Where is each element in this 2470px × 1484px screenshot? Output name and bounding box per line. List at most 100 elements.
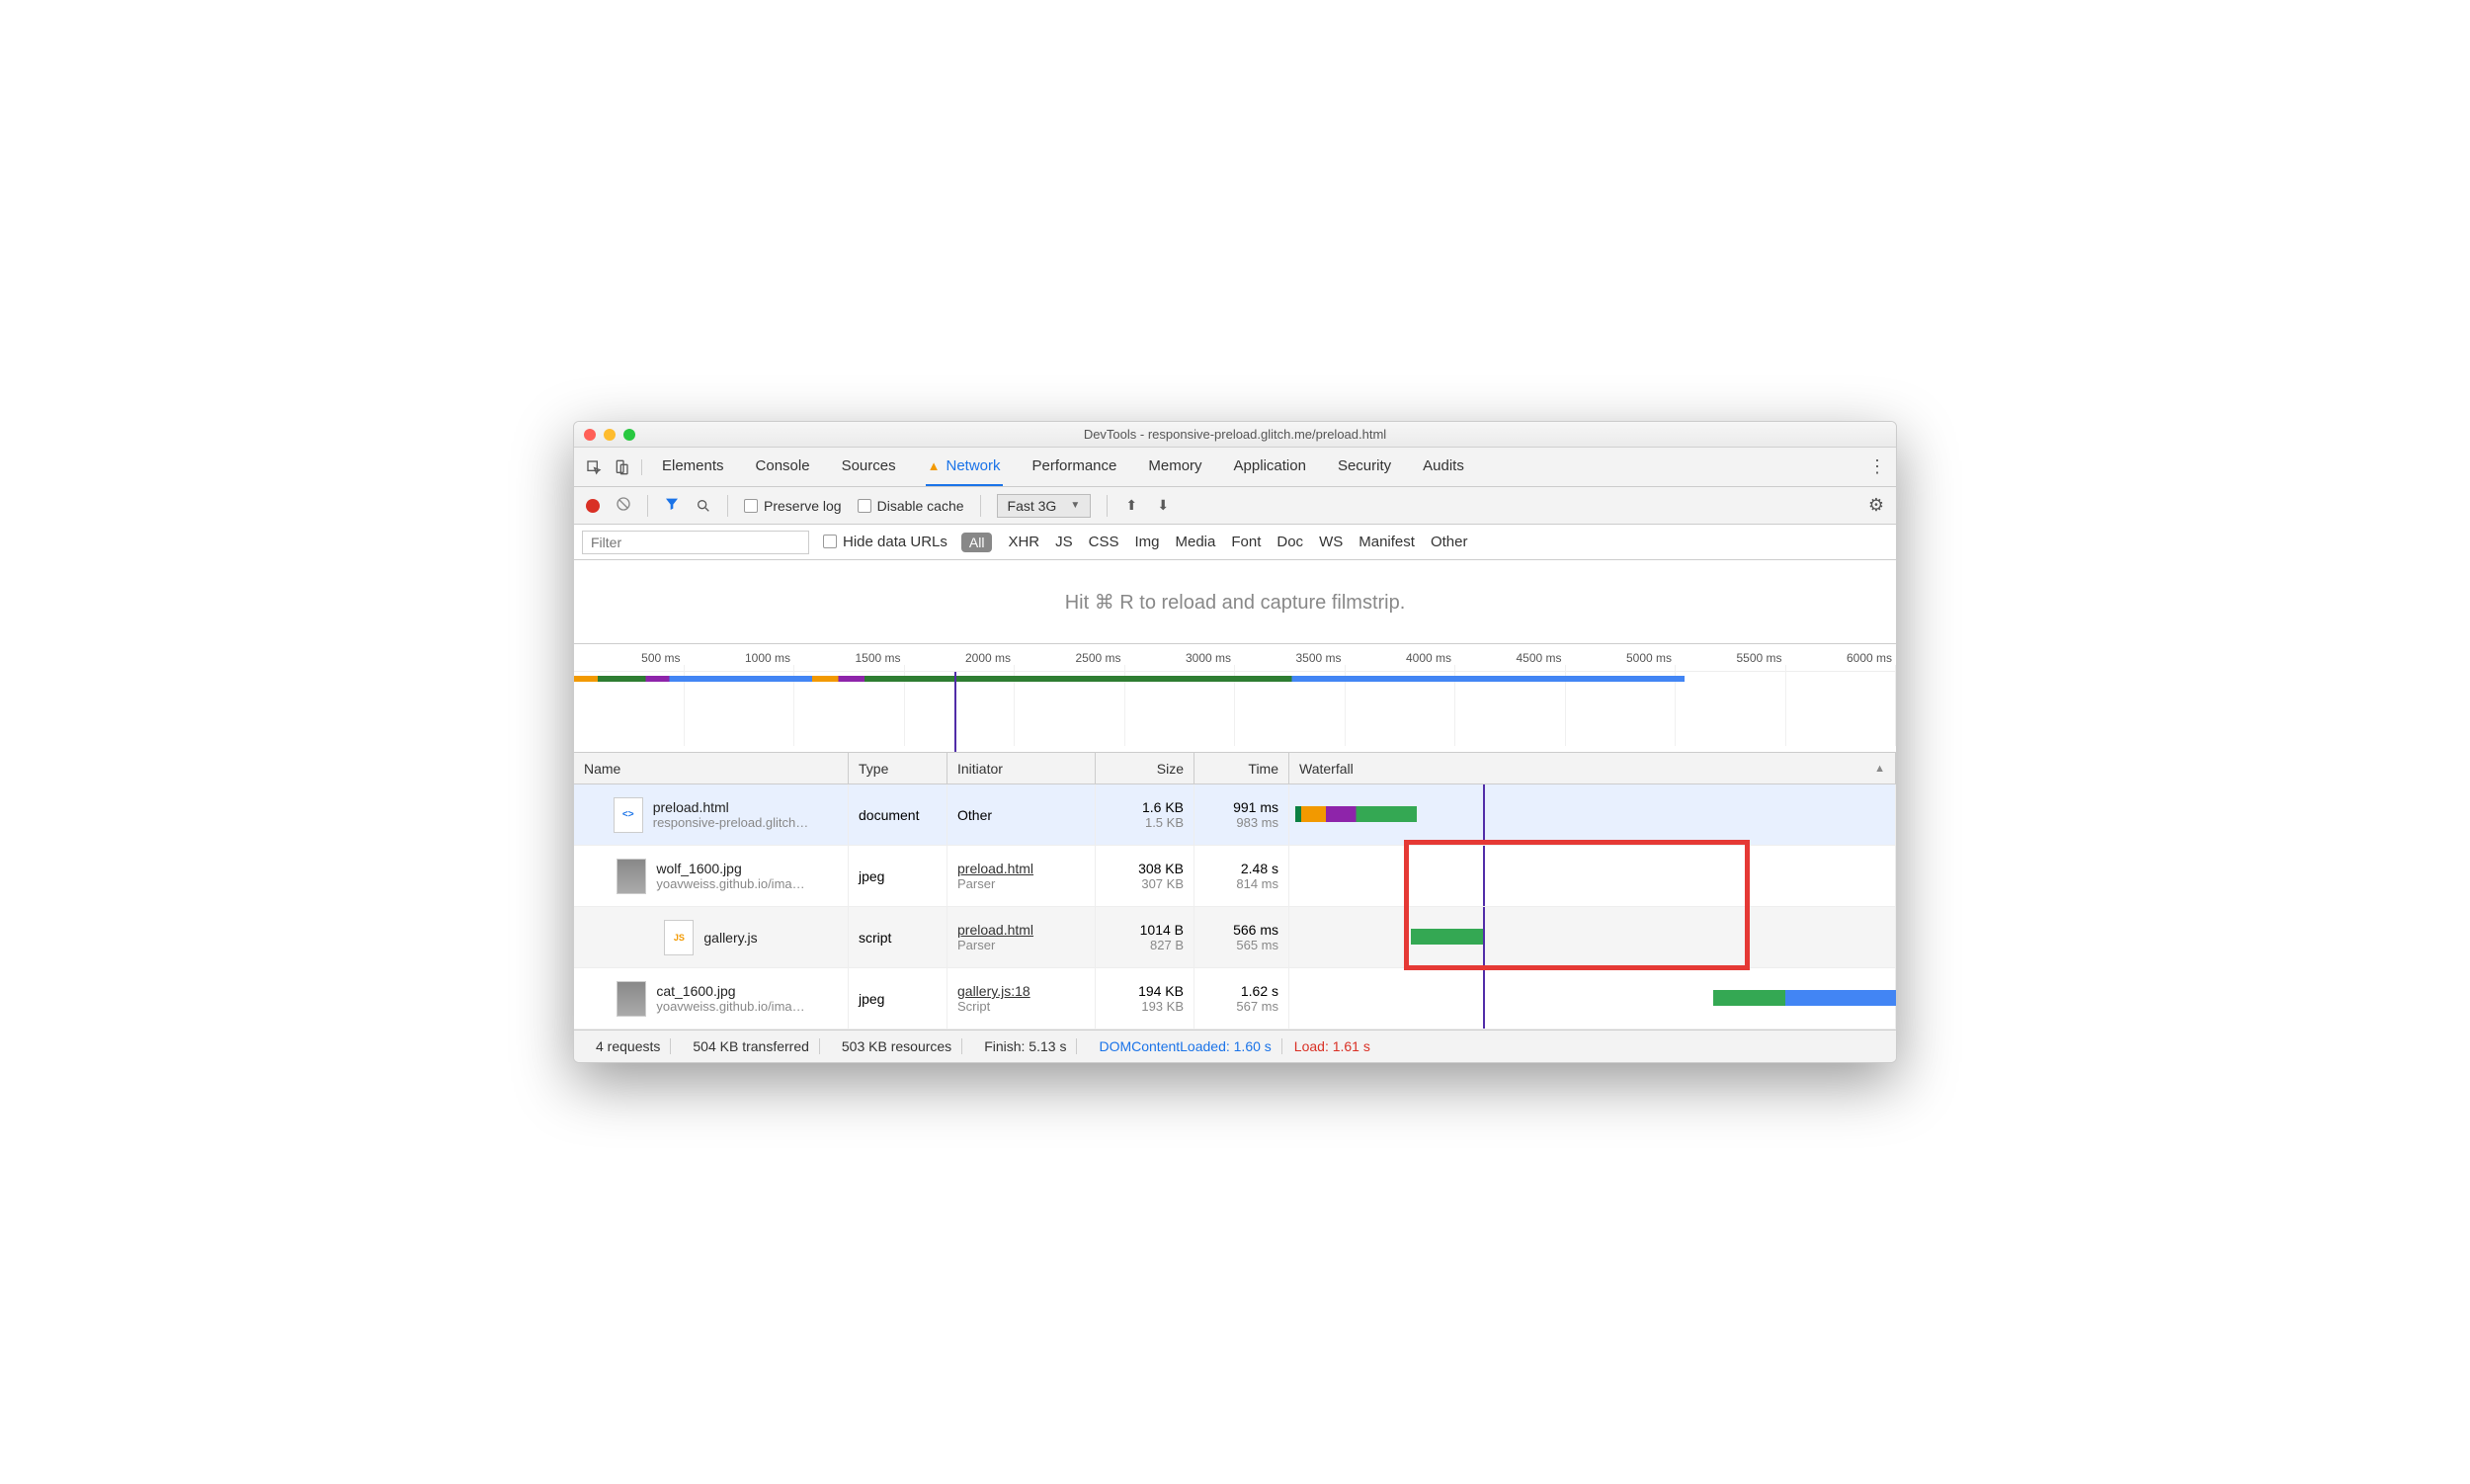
- tab-performance[interactable]: Performance: [1030, 448, 1119, 486]
- status-load: Load: 1.61 s: [1294, 1038, 1370, 1054]
- dcl-marker: [954, 672, 956, 752]
- filter-type-ws[interactable]: WS: [1319, 534, 1343, 550]
- status-finish: Finish: 5.13 s: [974, 1038, 1077, 1054]
- disable-cache-checkbox[interactable]: Disable cache: [858, 498, 964, 514]
- initiator-text: Other: [957, 807, 1085, 823]
- size: 308 KB: [1138, 861, 1184, 876]
- time-raw: 565 ms: [1236, 938, 1278, 952]
- search-icon[interactable]: [696, 498, 711, 514]
- request-domain: responsive-preload.glitch…: [653, 815, 809, 830]
- filter-input[interactable]: [582, 531, 809, 554]
- settings-icon[interactable]: ⚙: [1868, 495, 1884, 516]
- tab-elements[interactable]: Elements: [660, 448, 726, 486]
- col-time[interactable]: Time: [1194, 753, 1289, 783]
- filter-type-doc[interactable]: Doc: [1276, 534, 1303, 550]
- filter-type-font[interactable]: Font: [1231, 534, 1261, 550]
- timeline-tick: 5000 ms: [1566, 651, 1677, 665]
- initiator-link[interactable]: preload.html: [957, 861, 1085, 876]
- hide-data-urls-checkbox[interactable]: Hide data URLs: [823, 534, 947, 550]
- size: 1.6 KB: [1142, 799, 1184, 815]
- time-raw: 567 ms: [1236, 999, 1278, 1014]
- filter-bar: Hide data URLs All XHR JS CSS Img Media Font Do…: [574, 525, 1896, 560]
- preserve-log-checkbox[interactable]: Preserve log: [744, 498, 842, 514]
- initiator-link[interactable]: preload.html: [957, 922, 1085, 938]
- filter-type-media[interactable]: Media: [1176, 534, 1216, 550]
- filter-type-xhr[interactable]: XHR: [1008, 534, 1039, 550]
- filter-type-img[interactable]: Img: [1134, 534, 1159, 550]
- col-name[interactable]: Name: [574, 753, 849, 783]
- request-row[interactable]: <> preload.htmlresponsive-preload.glitch……: [574, 784, 1896, 846]
- col-waterfall[interactable]: Waterfall▲: [1289, 753, 1896, 783]
- request-name: preload.html: [653, 799, 809, 815]
- download-icon[interactable]: ⬇: [1155, 498, 1171, 514]
- col-type[interactable]: Type: [849, 753, 947, 783]
- size: 1014 B: [1140, 922, 1184, 938]
- timeline-overview[interactable]: 500 ms1000 ms1500 ms2000 ms2500 ms3000 m…: [574, 644, 1896, 753]
- file-icon: [617, 859, 646, 894]
- status-resources: 503 KB resources: [832, 1038, 962, 1054]
- window-title: DevTools - responsive-preload.glitch.me/…: [574, 427, 1896, 442]
- upload-icon[interactable]: ⬆: [1123, 498, 1139, 514]
- waterfall-bar: [1713, 990, 1897, 1006]
- dcl-line: [1483, 968, 1485, 1029]
- initiator-link[interactable]: gallery.js:18: [957, 983, 1085, 999]
- time: 1.62 s: [1241, 983, 1278, 999]
- size-raw: 1.5 KB: [1145, 815, 1184, 830]
- device-toggle-icon[interactable]: [614, 459, 629, 475]
- clear-button[interactable]: [616, 496, 631, 515]
- timeline-tick: 2000 ms: [905, 651, 1016, 665]
- dcl-line: [1483, 784, 1485, 845]
- file-icon: <>: [614, 797, 643, 833]
- dcl-line: [1483, 907, 1485, 967]
- filter-type-other[interactable]: Other: [1431, 534, 1468, 550]
- request-row[interactable]: wolf_1600.jpgyoavweiss.github.io/ima… jp…: [574, 846, 1896, 907]
- tab-application[interactable]: Application: [1232, 448, 1308, 486]
- timeline-tick: 5500 ms: [1676, 651, 1786, 665]
- col-size[interactable]: Size: [1096, 753, 1194, 783]
- request-name: wolf_1600.jpg: [656, 861, 804, 876]
- time: 991 ms: [1233, 799, 1278, 815]
- tab-security[interactable]: Security: [1336, 448, 1393, 486]
- tab-sources[interactable]: Sources: [840, 448, 898, 486]
- timeline-tick: 3500 ms: [1235, 651, 1346, 665]
- filter-type-all[interactable]: All: [961, 533, 993, 552]
- request-name: cat_1600.jpg: [656, 983, 804, 999]
- record-button[interactable]: [586, 499, 600, 513]
- tab-console[interactable]: Console: [754, 448, 812, 486]
- status-transferred: 504 KB transferred: [683, 1038, 820, 1054]
- timeline-tick: 3000 ms: [1125, 651, 1236, 665]
- time-raw: 983 ms: [1236, 815, 1278, 830]
- filmstrip-hint: Hit ⌘ R to reload and capture filmstrip.: [1065, 590, 1406, 615]
- request-type: jpeg: [849, 968, 947, 1029]
- status-bar: 4 requests 504 KB transferred 503 KB res…: [574, 1031, 1896, 1062]
- status-dcl: DOMContentLoaded: 1.60 s: [1089, 1038, 1281, 1054]
- size-raw: 827 B: [1150, 938, 1184, 952]
- filter-type-css[interactable]: CSS: [1089, 534, 1119, 550]
- tab-network[interactable]: ▲Network: [926, 448, 1003, 486]
- request-row[interactable]: JSgallery.js script preload.htmlParser 1…: [574, 907, 1896, 968]
- file-icon: JS: [664, 920, 694, 955]
- timeline-tick: 4000 ms: [1346, 651, 1456, 665]
- request-type: script: [849, 907, 947, 967]
- request-domain: yoavweiss.github.io/ima…: [656, 999, 804, 1014]
- throttle-select[interactable]: Fast 3G▼: [997, 494, 1092, 518]
- requests-table: Name Type Initiator Size Time Waterfall▲…: [574, 753, 1896, 1031]
- initiator-source: Parser: [957, 876, 1085, 891]
- tab-memory[interactable]: Memory: [1146, 448, 1203, 486]
- request-type: document: [849, 784, 947, 845]
- dcl-line: [1483, 846, 1485, 906]
- inspect-icon[interactable]: [586, 459, 602, 475]
- request-name: gallery.js: [703, 930, 757, 946]
- titlebar: DevTools - responsive-preload.glitch.me/…: [574, 422, 1896, 448]
- request-row[interactable]: cat_1600.jpgyoavweiss.github.io/ima… jpe…: [574, 968, 1896, 1030]
- filter-type-manifest[interactable]: Manifest: [1358, 534, 1415, 550]
- size-raw: 193 KB: [1141, 999, 1184, 1014]
- tab-audits[interactable]: Audits: [1421, 448, 1466, 486]
- more-menu-icon[interactable]: ⋮: [1868, 456, 1884, 477]
- filter-toggle-icon[interactable]: [664, 496, 680, 515]
- timeline-tick: 1500 ms: [794, 651, 905, 665]
- waterfall-bar: [1411, 867, 1714, 883]
- filter-type-js[interactable]: JS: [1055, 534, 1073, 550]
- col-initiator[interactable]: Initiator: [947, 753, 1096, 783]
- size-raw: 307 KB: [1141, 876, 1184, 891]
